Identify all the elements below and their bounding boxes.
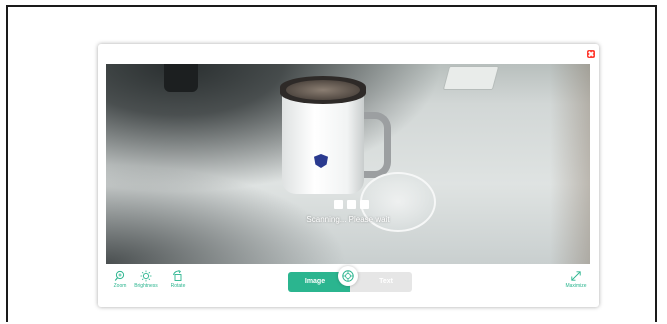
maximize-icon <box>571 271 581 281</box>
rotate-icon <box>173 270 182 281</box>
mode-text-button[interactable]: Text <box>350 272 412 292</box>
zoom-button[interactable]: Zoom <box>110 270 130 289</box>
scan-button[interactable] <box>338 266 358 286</box>
camera-preview: Scanning... Please wait <box>106 64 590 264</box>
zoom-label: Zoom <box>113 283 127 289</box>
scanner-dialog: Scanning... Please wait Zoom Brightness … <box>98 44 599 307</box>
scan-icon <box>342 270 354 282</box>
mode-toggle[interactable]: Image Text <box>288 266 412 292</box>
loading-dot <box>360 200 369 209</box>
zoom-icon <box>114 270 125 281</box>
brightness-label: Brightness <box>134 283 158 289</box>
loading-dot <box>347 200 356 209</box>
close-icon[interactable] <box>587 50 595 58</box>
brightness-button[interactable]: Brightness <box>131 270 161 289</box>
loading-dot <box>334 200 343 209</box>
maximize-button[interactable]: Maximize <box>560 270 592 289</box>
scanning-status-text: Scanning... Please wait <box>306 215 390 224</box>
maximize-label: Maximize <box>565 283 587 289</box>
scanning-overlay: Scanning... Please wait <box>106 64 590 264</box>
window-frame: Scanning... Please wait Zoom Brightness … <box>6 5 657 322</box>
rotate-label: Rotate <box>170 283 186 289</box>
brightness-icon <box>140 270 152 282</box>
rotate-button[interactable]: Rotate <box>167 270 189 289</box>
